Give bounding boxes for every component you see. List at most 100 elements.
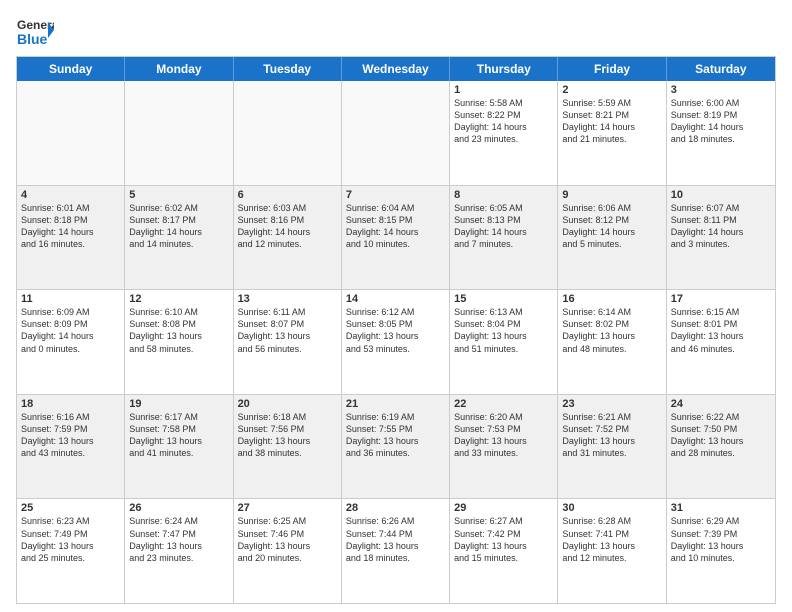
day-number: 28	[346, 502, 445, 514]
day-number: 14	[346, 293, 445, 305]
day-cell-11: 11Sunrise: 6:09 AM Sunset: 8:09 PM Dayli…	[17, 290, 125, 394]
day-info: Sunrise: 6:16 AM Sunset: 7:59 PM Dayligh…	[21, 411, 120, 460]
day-cell-10: 10Sunrise: 6:07 AM Sunset: 8:11 PM Dayli…	[667, 186, 775, 290]
day-cell-empty-0	[17, 81, 125, 185]
header-day-thursday: Thursday	[450, 57, 558, 81]
day-cell-14: 14Sunrise: 6:12 AM Sunset: 8:05 PM Dayli…	[342, 290, 450, 394]
day-info: Sunrise: 6:14 AM Sunset: 8:02 PM Dayligh…	[562, 306, 661, 355]
day-info: Sunrise: 6:04 AM Sunset: 8:15 PM Dayligh…	[346, 202, 445, 251]
calendar-body: 1Sunrise: 5:58 AM Sunset: 8:22 PM Daylig…	[17, 81, 775, 603]
day-info: Sunrise: 6:15 AM Sunset: 8:01 PM Dayligh…	[671, 306, 771, 355]
day-number: 22	[454, 398, 553, 410]
day-cell-3: 3Sunrise: 6:00 AM Sunset: 8:19 PM Daylig…	[667, 81, 775, 185]
header-day-sunday: Sunday	[17, 57, 125, 81]
day-cell-8: 8Sunrise: 6:05 AM Sunset: 8:13 PM Daylig…	[450, 186, 558, 290]
day-cell-26: 26Sunrise: 6:24 AM Sunset: 7:47 PM Dayli…	[125, 499, 233, 603]
day-cell-23: 23Sunrise: 6:21 AM Sunset: 7:52 PM Dayli…	[558, 395, 666, 499]
header-day-friday: Friday	[558, 57, 666, 81]
day-info: Sunrise: 6:10 AM Sunset: 8:08 PM Dayligh…	[129, 306, 228, 355]
day-info: Sunrise: 6:07 AM Sunset: 8:11 PM Dayligh…	[671, 202, 771, 251]
day-number: 13	[238, 293, 337, 305]
day-info: Sunrise: 5:58 AM Sunset: 8:22 PM Dayligh…	[454, 97, 553, 146]
day-number: 5	[129, 189, 228, 201]
day-cell-24: 24Sunrise: 6:22 AM Sunset: 7:50 PM Dayli…	[667, 395, 775, 499]
day-cell-7: 7Sunrise: 6:04 AM Sunset: 8:15 PM Daylig…	[342, 186, 450, 290]
day-number: 1	[454, 84, 553, 96]
day-number: 29	[454, 502, 553, 514]
day-cell-19: 19Sunrise: 6:17 AM Sunset: 7:58 PM Dayli…	[125, 395, 233, 499]
day-number: 17	[671, 293, 771, 305]
day-cell-12: 12Sunrise: 6:10 AM Sunset: 8:08 PM Dayli…	[125, 290, 233, 394]
day-cell-9: 9Sunrise: 6:06 AM Sunset: 8:12 PM Daylig…	[558, 186, 666, 290]
day-number: 11	[21, 293, 120, 305]
day-cell-2: 2Sunrise: 5:59 AM Sunset: 8:21 PM Daylig…	[558, 81, 666, 185]
day-info: Sunrise: 6:05 AM Sunset: 8:13 PM Dayligh…	[454, 202, 553, 251]
svg-text:Blue: Blue	[17, 31, 48, 47]
day-cell-27: 27Sunrise: 6:25 AM Sunset: 7:46 PM Dayli…	[234, 499, 342, 603]
week-4: 18Sunrise: 6:16 AM Sunset: 7:59 PM Dayli…	[17, 395, 775, 500]
week-5: 25Sunrise: 6:23 AM Sunset: 7:49 PM Dayli…	[17, 499, 775, 603]
day-info: Sunrise: 6:23 AM Sunset: 7:49 PM Dayligh…	[21, 515, 120, 564]
day-number: 16	[562, 293, 661, 305]
day-cell-21: 21Sunrise: 6:19 AM Sunset: 7:55 PM Dayli…	[342, 395, 450, 499]
day-cell-30: 30Sunrise: 6:28 AM Sunset: 7:41 PM Dayli…	[558, 499, 666, 603]
day-info: Sunrise: 6:06 AM Sunset: 8:12 PM Dayligh…	[562, 202, 661, 251]
day-number: 30	[562, 502, 661, 514]
day-number: 15	[454, 293, 553, 305]
day-number: 2	[562, 84, 661, 96]
day-info: Sunrise: 5:59 AM Sunset: 8:21 PM Dayligh…	[562, 97, 661, 146]
day-number: 21	[346, 398, 445, 410]
day-number: 8	[454, 189, 553, 201]
day-info: Sunrise: 6:20 AM Sunset: 7:53 PM Dayligh…	[454, 411, 553, 460]
day-cell-empty-2	[234, 81, 342, 185]
day-info: Sunrise: 6:19 AM Sunset: 7:55 PM Dayligh…	[346, 411, 445, 460]
day-number: 6	[238, 189, 337, 201]
day-cell-empty-1	[125, 81, 233, 185]
day-info: Sunrise: 6:29 AM Sunset: 7:39 PM Dayligh…	[671, 515, 771, 564]
day-info: Sunrise: 6:03 AM Sunset: 8:16 PM Dayligh…	[238, 202, 337, 251]
week-3: 11Sunrise: 6:09 AM Sunset: 8:09 PM Dayli…	[17, 290, 775, 395]
day-info: Sunrise: 6:01 AM Sunset: 8:18 PM Dayligh…	[21, 202, 120, 251]
day-cell-18: 18Sunrise: 6:16 AM Sunset: 7:59 PM Dayli…	[17, 395, 125, 499]
day-number: 20	[238, 398, 337, 410]
day-cell-16: 16Sunrise: 6:14 AM Sunset: 8:02 PM Dayli…	[558, 290, 666, 394]
day-info: Sunrise: 6:11 AM Sunset: 8:07 PM Dayligh…	[238, 306, 337, 355]
day-info: Sunrise: 6:25 AM Sunset: 7:46 PM Dayligh…	[238, 515, 337, 564]
day-cell-17: 17Sunrise: 6:15 AM Sunset: 8:01 PM Dayli…	[667, 290, 775, 394]
day-number: 4	[21, 189, 120, 201]
day-number: 19	[129, 398, 228, 410]
day-cell-15: 15Sunrise: 6:13 AM Sunset: 8:04 PM Dayli…	[450, 290, 558, 394]
header: General Blue	[16, 12, 776, 50]
day-number: 26	[129, 502, 228, 514]
day-cell-20: 20Sunrise: 6:18 AM Sunset: 7:56 PM Dayli…	[234, 395, 342, 499]
day-number: 10	[671, 189, 771, 201]
day-info: Sunrise: 6:22 AM Sunset: 7:50 PM Dayligh…	[671, 411, 771, 460]
day-info: Sunrise: 6:28 AM Sunset: 7:41 PM Dayligh…	[562, 515, 661, 564]
logo-icon: General Blue	[16, 12, 54, 50]
day-info: Sunrise: 6:00 AM Sunset: 8:19 PM Dayligh…	[671, 97, 771, 146]
day-cell-22: 22Sunrise: 6:20 AM Sunset: 7:53 PM Dayli…	[450, 395, 558, 499]
day-info: Sunrise: 6:26 AM Sunset: 7:44 PM Dayligh…	[346, 515, 445, 564]
day-info: Sunrise: 6:24 AM Sunset: 7:47 PM Dayligh…	[129, 515, 228, 564]
day-number: 9	[562, 189, 661, 201]
day-info: Sunrise: 6:13 AM Sunset: 8:04 PM Dayligh…	[454, 306, 553, 355]
calendar: SundayMondayTuesdayWednesdayThursdayFrid…	[16, 56, 776, 604]
week-2: 4Sunrise: 6:01 AM Sunset: 8:18 PM Daylig…	[17, 186, 775, 291]
day-number: 24	[671, 398, 771, 410]
day-cell-13: 13Sunrise: 6:11 AM Sunset: 8:07 PM Dayli…	[234, 290, 342, 394]
day-number: 18	[21, 398, 120, 410]
day-info: Sunrise: 6:12 AM Sunset: 8:05 PM Dayligh…	[346, 306, 445, 355]
day-info: Sunrise: 6:18 AM Sunset: 7:56 PM Dayligh…	[238, 411, 337, 460]
logo: General Blue	[16, 12, 54, 50]
header-day-tuesday: Tuesday	[234, 57, 342, 81]
day-info: Sunrise: 6:27 AM Sunset: 7:42 PM Dayligh…	[454, 515, 553, 564]
day-number: 31	[671, 502, 771, 514]
page: General Blue SundayMondayTuesdayWednesda…	[0, 0, 792, 612]
day-info: Sunrise: 6:02 AM Sunset: 8:17 PM Dayligh…	[129, 202, 228, 251]
week-1: 1Sunrise: 5:58 AM Sunset: 8:22 PM Daylig…	[17, 81, 775, 186]
header-day-wednesday: Wednesday	[342, 57, 450, 81]
day-info: Sunrise: 6:09 AM Sunset: 8:09 PM Dayligh…	[21, 306, 120, 355]
day-cell-31: 31Sunrise: 6:29 AM Sunset: 7:39 PM Dayli…	[667, 499, 775, 603]
header-day-saturday: Saturday	[667, 57, 775, 81]
day-info: Sunrise: 6:17 AM Sunset: 7:58 PM Dayligh…	[129, 411, 228, 460]
